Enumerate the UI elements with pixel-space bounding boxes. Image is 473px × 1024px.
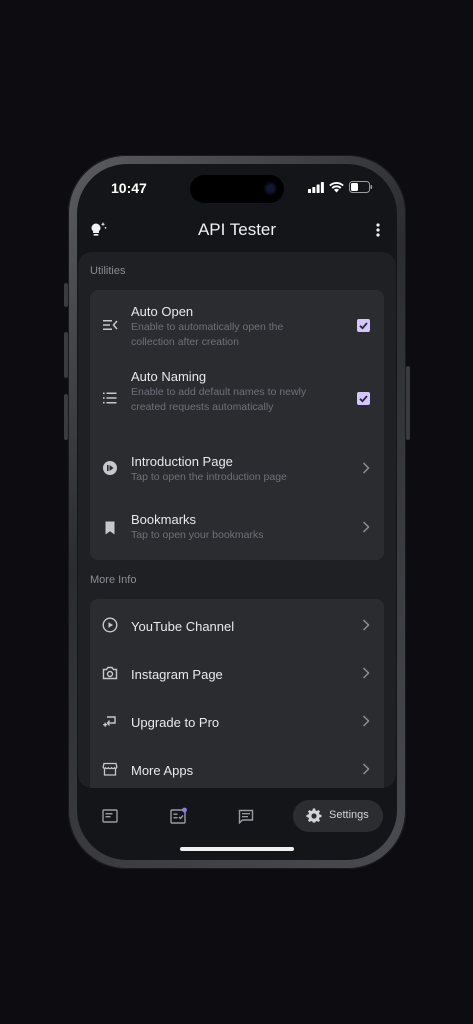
checkbox-checked <box>357 392 370 405</box>
wifi-icon <box>329 181 344 192</box>
nav-settings-label: Settings <box>329 809 369 821</box>
chevron-right-icon <box>362 462 370 474</box>
setting-title: Auto Open <box>131 304 194 319</box>
setting-title: Bookmarks <box>131 512 197 527</box>
dynamic-island <box>190 175 284 203</box>
camera-icon <box>102 666 118 680</box>
settings-panel: Utilities Auto Open Enable to automatica… <box>78 252 396 788</box>
phone-volume-up <box>64 332 68 378</box>
play-outline-icon <box>102 617 118 633</box>
setting-auto-open[interactable]: Auto Open Enable to automatically open t… <box>90 290 384 358</box>
phone-power-button <box>406 366 410 440</box>
link-upgrade-to-pro[interactable]: Upgrade to Pro <box>90 695 384 743</box>
setting-auto-naming[interactable]: Auto Naming Enable to add default names … <box>90 358 384 440</box>
check-icon <box>359 395 368 403</box>
tasks-icon[interactable] <box>170 807 188 824</box>
link-more-apps[interactable]: More Apps <box>90 743 384 788</box>
chevron-right-icon <box>362 619 370 631</box>
home-indicator[interactable] <box>180 847 294 851</box>
bookmark-icon <box>105 521 115 535</box>
battery-icon <box>349 181 373 193</box>
setting-bookmarks[interactable]: Bookmarks Tap to open your bookmarks <box>90 498 384 560</box>
play-circle-icon <box>103 461 117 475</box>
chevron-right-icon <box>362 667 370 679</box>
chevron-right-icon <box>362 763 370 775</box>
status-icons <box>308 181 373 193</box>
app-header: API Tester <box>77 216 397 246</box>
screen: 10:47 API Tester Utilities Auto Open Ena… <box>77 164 397 860</box>
setting-subtitle: Enable to add default names to newly cre… <box>131 386 307 413</box>
phone-action-button <box>64 283 68 307</box>
chevron-right-icon <box>362 715 370 727</box>
auto-open-checkbox[interactable] <box>357 319 370 332</box>
setting-subtitle: Enable to automatically open the collect… <box>131 321 284 348</box>
camera-icon-island <box>266 184 275 193</box>
check-icon <box>359 322 368 330</box>
list-numbered-icon <box>103 392 117 404</box>
chat-icon[interactable] <box>238 809 254 824</box>
bottom-nav: Settings <box>77 792 397 840</box>
link-title: More Apps <box>131 763 194 778</box>
section-label-utilities: Utilities <box>90 265 126 277</box>
page-title: API Tester <box>197 220 277 239</box>
cellular-signal-icon <box>308 181 324 193</box>
store-icon <box>102 762 118 776</box>
gear-icon <box>306 808 322 823</box>
section-label-more-info: More Info <box>90 574 137 586</box>
setting-introduction-page[interactable]: Introduction Page Tap to open the introd… <box>90 440 384 498</box>
link-title: YouTube Channel <box>131 619 235 634</box>
link-title: Upgrade to Pro <box>131 715 220 730</box>
more-vert-icon[interactable] <box>373 221 383 239</box>
auto-naming-checkbox[interactable] <box>357 392 370 405</box>
utilities-card: Auto Open Enable to automatically open t… <box>90 290 384 560</box>
link-instagram-page[interactable]: Instagram Page <box>90 647 384 695</box>
nav-settings-button[interactable]: Settings <box>293 800 383 832</box>
status-time: 10:47 <box>111 180 147 196</box>
auto-open-icon <box>103 320 118 330</box>
setting-title: Introduction Page <box>131 454 233 469</box>
more-info-card: YouTube Channel Instagram Page Upgrade t… <box>90 599 384 788</box>
setting-title: Auto Naming <box>131 369 207 384</box>
link-youtube-channel[interactable]: YouTube Channel <box>90 599 384 647</box>
upgrade-icon <box>103 716 116 727</box>
link-title: Instagram Page <box>131 667 223 682</box>
collections-icon[interactable] <box>102 809 118 823</box>
setting-subtitle: Tap to open your bookmarks <box>131 529 264 541</box>
phone-volume-down <box>64 394 68 440</box>
chevron-right-icon <box>362 521 370 533</box>
checkbox-checked <box>357 319 370 332</box>
setting-subtitle: Tap to open the introduction page <box>131 471 287 483</box>
